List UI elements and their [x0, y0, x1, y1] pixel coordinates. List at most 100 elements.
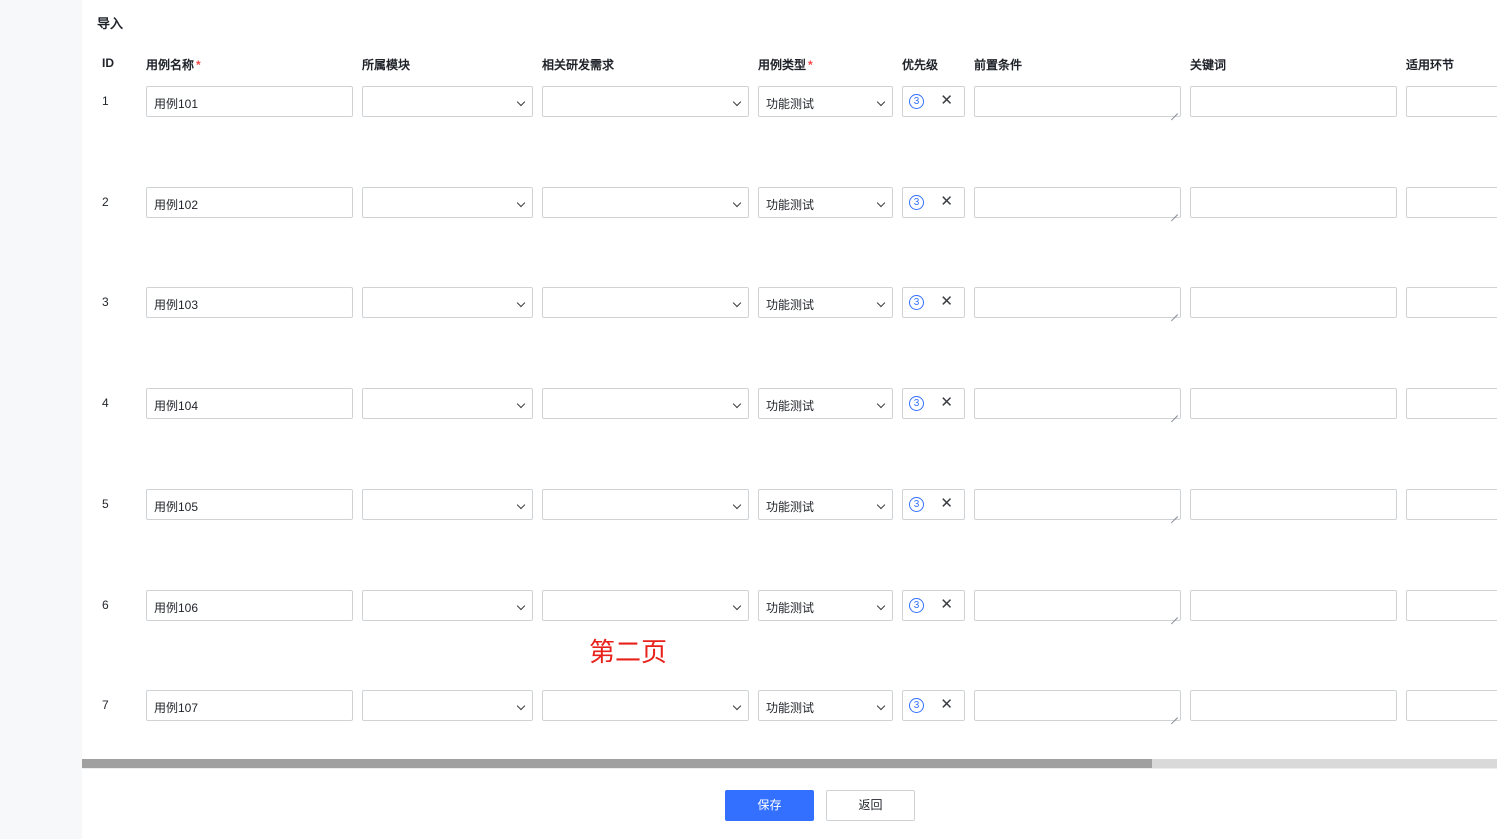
priority-select[interactable]: 3 ✕: [902, 86, 965, 117]
requirement-select[interactable]: [542, 287, 749, 318]
precondition-textarea[interactable]: [974, 388, 1181, 419]
priority-select[interactable]: 3 ✕: [902, 388, 965, 419]
requirement-select[interactable]: [542, 187, 749, 218]
case-name-input[interactable]: 用例101: [146, 86, 353, 117]
scrollbar-thumb[interactable]: [82, 759, 1152, 768]
case-name-input[interactable]: 用例102: [146, 187, 353, 218]
requirement-select[interactable]: [542, 388, 749, 419]
precondition-textarea[interactable]: [974, 187, 1181, 218]
case-name-input[interactable]: 用例105: [146, 489, 353, 520]
table-row: 6 用例106 功能测试 3 ✕: [82, 590, 1497, 622]
resize-handle-icon[interactable]: [1171, 409, 1178, 416]
chevron-down-icon: [516, 399, 526, 409]
row-id: 7: [102, 698, 109, 712]
close-icon[interactable]: ✕: [940, 597, 953, 613]
case-type-select[interactable]: 功能测试: [758, 489, 893, 520]
requirement-select[interactable]: [542, 690, 749, 721]
stage-input[interactable]: [1406, 690, 1497, 721]
case-type-select[interactable]: 功能测试: [758, 86, 893, 117]
row-id: 6: [102, 598, 109, 612]
precondition-textarea[interactable]: [974, 287, 1181, 318]
close-icon[interactable]: ✕: [940, 294, 953, 310]
resize-handle-icon[interactable]: [1171, 208, 1178, 215]
required-mark: *: [808, 58, 813, 72]
table-row: 5 用例105 功能测试 3 ✕: [82, 489, 1497, 521]
module-select[interactable]: [362, 590, 533, 621]
keyword-input[interactable]: [1190, 690, 1397, 721]
module-select[interactable]: [362, 86, 533, 117]
resize-handle-icon[interactable]: [1171, 611, 1178, 618]
resize-handle-icon[interactable]: [1171, 510, 1178, 517]
module-select[interactable]: [362, 489, 533, 520]
chevron-down-icon: [876, 601, 886, 611]
case-name-value: 用例106: [154, 601, 199, 615]
chevron-down-icon: [876, 500, 886, 510]
case-name-value: 用例104: [154, 399, 199, 413]
save-button[interactable]: 保存: [725, 790, 814, 821]
precondition-textarea[interactable]: [974, 590, 1181, 621]
case-name-input[interactable]: 用例103: [146, 287, 353, 318]
required-mark: *: [196, 58, 201, 72]
priority-value: 3: [909, 598, 924, 613]
stage-input[interactable]: [1406, 287, 1497, 318]
chevron-down-icon: [876, 399, 886, 409]
close-icon[interactable]: ✕: [940, 496, 953, 512]
header-requirement: 相关研发需求: [542, 58, 615, 72]
keyword-input[interactable]: [1190, 489, 1397, 520]
close-icon[interactable]: ✕: [940, 93, 953, 109]
case-type-select[interactable]: 功能测试: [758, 287, 893, 318]
chevron-down-icon: [732, 500, 742, 510]
requirement-select[interactable]: [542, 489, 749, 520]
keyword-input[interactable]: [1190, 287, 1397, 318]
priority-select[interactable]: 3 ✕: [902, 287, 965, 318]
keyword-input[interactable]: [1190, 187, 1397, 218]
precondition-textarea[interactable]: [974, 86, 1181, 117]
keyword-input[interactable]: [1190, 590, 1397, 621]
case-type-select[interactable]: 功能测试: [758, 187, 893, 218]
resize-handle-icon[interactable]: [1171, 711, 1178, 718]
case-name-value: 用例103: [154, 298, 199, 312]
page-title: 导入: [97, 16, 124, 31]
close-icon[interactable]: ✕: [940, 697, 953, 713]
module-select[interactable]: [362, 187, 533, 218]
header-name: 用例名称 *: [146, 56, 201, 73]
case-name-input[interactable]: 用例107: [146, 690, 353, 721]
horizontal-scrollbar[interactable]: [82, 759, 1497, 768]
precondition-textarea[interactable]: [974, 489, 1181, 520]
header-id: ID: [102, 56, 114, 70]
case-name-input[interactable]: 用例104: [146, 388, 353, 419]
chevron-down-icon: [732, 399, 742, 409]
stage-input[interactable]: [1406, 86, 1497, 117]
case-name-input[interactable]: 用例106: [146, 590, 353, 621]
header-stage: 适用环节: [1406, 58, 1455, 72]
close-icon[interactable]: ✕: [940, 194, 953, 210]
stage-input[interactable]: [1406, 187, 1497, 218]
stage-input[interactable]: [1406, 489, 1497, 520]
precondition-textarea[interactable]: [974, 690, 1181, 721]
stage-input[interactable]: [1406, 388, 1497, 419]
case-type-value: 功能测试: [766, 701, 815, 715]
case-name-value: 用例105: [154, 500, 199, 514]
priority-select[interactable]: 3 ✕: [902, 590, 965, 621]
module-select[interactable]: [362, 388, 533, 419]
row-id: 2: [102, 195, 109, 209]
back-button[interactable]: 返回: [826, 790, 915, 821]
priority-select[interactable]: 3 ✕: [902, 690, 965, 721]
module-select[interactable]: [362, 690, 533, 721]
keyword-input[interactable]: [1190, 388, 1397, 419]
footer-divider: [82, 768, 1497, 769]
close-icon[interactable]: ✕: [940, 395, 953, 411]
resize-handle-icon[interactable]: [1171, 107, 1178, 114]
resize-handle-icon[interactable]: [1171, 308, 1178, 315]
priority-select[interactable]: 3 ✕: [902, 489, 965, 520]
priority-select[interactable]: 3 ✕: [902, 187, 965, 218]
stage-input[interactable]: [1406, 590, 1497, 621]
case-type-select[interactable]: 功能测试: [758, 590, 893, 621]
keyword-input[interactable]: [1190, 86, 1397, 117]
requirement-select[interactable]: [542, 590, 749, 621]
case-type-select[interactable]: 功能测试: [758, 388, 893, 419]
table-row: 2 用例102 功能测试 3 ✕: [82, 187, 1497, 219]
module-select[interactable]: [362, 287, 533, 318]
case-type-select[interactable]: 功能测试: [758, 690, 893, 721]
requirement-select[interactable]: [542, 86, 749, 117]
